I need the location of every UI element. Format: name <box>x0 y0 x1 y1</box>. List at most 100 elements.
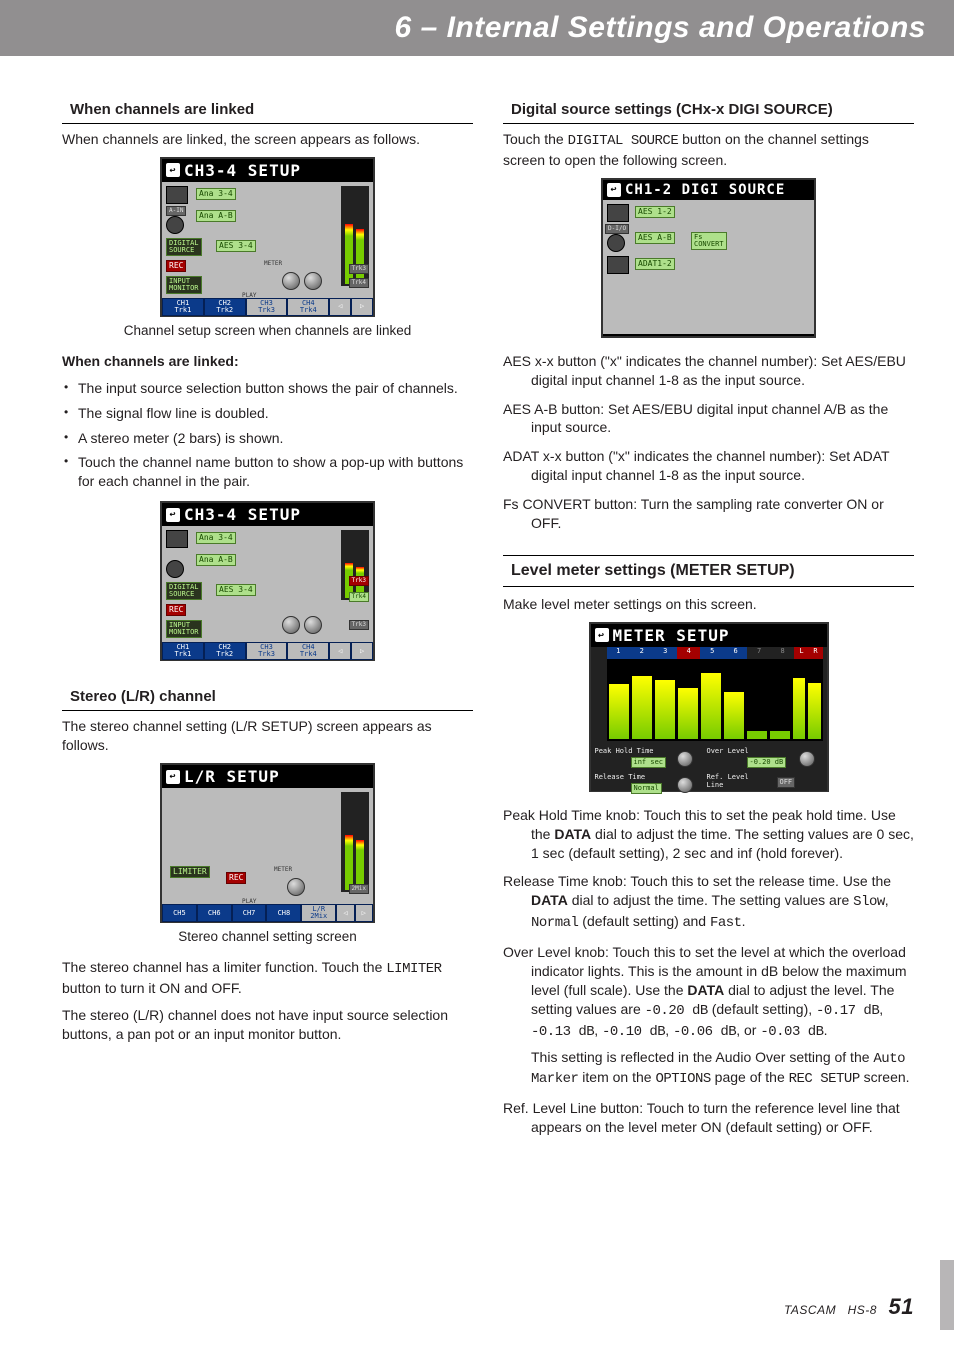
label: 2Mix <box>349 884 369 894</box>
tab: CH1Trk1 <box>162 298 204 316</box>
back-icon: ↩ <box>607 183 621 197</box>
label: Trk3 <box>349 620 369 630</box>
list-item: The signal flow line is doubled. <box>64 404 473 423</box>
btn: Ana 3-4 <box>196 532 236 544</box>
screenshot-meter-setup: ↩ METER SETUP 1 2 3 4 5 6 7 8 L R <box>589 622 829 792</box>
btn-aesAB: AES A-B <box>635 232 675 244</box>
tab-arrow: ◁ <box>329 298 351 316</box>
hang-item: Peak Hold Time knob: Touch this to set t… <box>503 806 914 863</box>
page-edge-tab <box>940 1260 954 1330</box>
list-item: Touch the channel name button to show a … <box>64 453 473 491</box>
btn-inputmon: INPUT MONITOR <box>166 276 202 294</box>
btn-rec: REC <box>166 260 186 272</box>
subheading: When channels are linked: <box>62 352 473 371</box>
lcd-title-text: CH1-2 DIGI SOURCE <box>625 182 785 198</box>
meter-bars <box>607 659 823 741</box>
knob-release <box>677 777 693 793</box>
hang-item: AES x-x button ("x" indicates the channe… <box>503 352 914 390</box>
lcd-title: ↩ CH1-2 DIGI SOURCE <box>603 180 814 200</box>
left-column: When channels are linked When channels a… <box>62 96 473 1147</box>
dio-icon <box>607 204 629 222</box>
lcd-body: 1 2 3 4 5 6 7 8 L R <box>591 647 827 791</box>
knob-peakhold <box>677 751 693 767</box>
label: Peak Hold Time <box>595 747 654 755</box>
section-heading-meter-setup: Level meter settings (METER SETUP) <box>503 555 914 587</box>
screenshot-digi-source: ↩ CH1-2 DIGI SOURCE D-I/O AES 1-2 AES A-… <box>601 178 816 338</box>
body-text: The stereo channel setting (L/R SETUP) s… <box>62 717 473 755</box>
stereo-meter <box>341 530 369 600</box>
knob <box>282 616 300 634</box>
knob-overlevel <box>799 751 815 767</box>
label: Trk3 <box>349 264 369 274</box>
list-item: The input source selection button shows … <box>64 379 473 398</box>
lcd-tabs: CH1Trk1 CH2Trk2 CH3Trk3 CH4Trk4 ◁ ▷ <box>162 642 373 660</box>
label: Ref. Level Line <box>707 773 749 789</box>
value: -0.20 dB <box>747 757 787 768</box>
lcd-title-text: CH3-4 SETUP <box>184 161 301 180</box>
xlr-icon <box>607 234 625 252</box>
hang-item: ADAT x-x button ("x" indicates the chann… <box>503 447 914 485</box>
tab: CH2Trk2 <box>204 298 246 316</box>
btn: REC <box>166 604 186 616</box>
btn: Ana A-B <box>196 554 236 566</box>
channel-labels: 1 2 3 4 5 6 7 8 L R <box>607 647 823 659</box>
list-item: A stereo meter (2 bars) is shown. <box>64 429 473 448</box>
body-text: The stereo channel has a limiter functio… <box>62 958 473 998</box>
footer: TASCAM HS-8 51 <box>784 1294 914 1320</box>
label: A-IN <box>166 206 186 216</box>
knob <box>287 878 305 896</box>
tab: CH3Trk3 <box>246 298 288 316</box>
body-text: Make level meter settings on this screen… <box>503 595 914 614</box>
tab: CH4Trk4 <box>287 298 329 316</box>
xlr-icon <box>166 216 184 234</box>
screenshot-ch34-setup-linked: ↩ CH3-4 SETUP A-IN Ana 3-4 Ana A-B DIGIT… <box>160 157 375 317</box>
body-text: The stereo (L/R) channel does not have i… <box>62 1006 473 1044</box>
knob <box>304 616 322 634</box>
label: Trk4 <box>349 278 369 288</box>
label: METER <box>272 866 294 874</box>
right-column: Digital source settings (CHx-x DIGI SOUR… <box>503 96 914 1147</box>
btn: INPUT MONITOR <box>166 620 202 638</box>
label-meter: METER <box>262 260 284 268</box>
btn-rec: REC <box>226 872 246 884</box>
body-text: When channels are linked, the screen app… <box>62 130 473 149</box>
lcd-title-text: METER SETUP <box>613 626 730 645</box>
analog-in-icon <box>166 186 188 204</box>
btn-digsrc: DIGITAL SOURCE <box>166 238 202 256</box>
btn-fsconvert: Fs CONVERT <box>691 232 727 250</box>
btn-limiter: LIMITER <box>170 866 210 878</box>
back-icon: ↩ <box>595 628 609 642</box>
lcd-tabs: CH5 CH6 CH7 CH8 L/R2Mix ◁ ▷ <box>162 904 373 922</box>
back-icon: ↩ <box>166 163 180 177</box>
bullet-list: The input source selection button shows … <box>62 379 473 491</box>
section-heading-digi-source: Digital source settings (CHx-x DIGI SOUR… <box>503 96 914 124</box>
header-bar: 6 – Internal Settings and Operations <box>0 0 954 56</box>
hang-item: Over Level knob: Touch this to set the l… <box>503 943 914 1089</box>
analog-in-icon <box>166 530 188 548</box>
mono-term: DIGITAL SOURCE <box>568 133 679 149</box>
back-icon: ↩ <box>166 770 180 784</box>
hang-item: Release Time knob: Touch this to set the… <box>503 872 914 933</box>
label: D-I/O <box>605 224 629 234</box>
label: Release Time <box>595 773 646 781</box>
xlr-icon <box>166 560 184 578</box>
btn-aes12: AES 1-2 <box>635 206 675 218</box>
btn: DIGITAL SOURCE <box>166 582 202 600</box>
btn-aes34: AES 3-4 <box>216 240 256 252</box>
popup-btn: Trk3 <box>349 576 369 586</box>
knob <box>282 272 300 290</box>
hang-item: AES A-B button: Set AES/EBU digital inpu… <box>503 400 914 438</box>
footer-page: 51 <box>889 1294 914 1319</box>
lcd-tabs: CH1Trk1 CH2Trk2 CH3Trk3 CH4Trk4 ◁ ▷ <box>162 298 373 316</box>
hang-item: Ref. Level Line button: Touch to turn th… <box>503 1099 914 1137</box>
stereo-meter <box>341 792 369 892</box>
footer-brand: TASCAM <box>784 1303 836 1317</box>
value: inf sec <box>631 757 667 768</box>
lcd-title: ↩ CH3-4 SETUP <box>162 159 373 182</box>
back-icon: ↩ <box>166 508 180 522</box>
optical-icon <box>607 256 629 274</box>
lcd-title: ↩ CH3-4 SETUP <box>162 503 373 526</box>
btn-adat12: ADAT1-2 <box>635 258 675 270</box>
lcd-title-text: L/R SETUP <box>184 767 280 786</box>
content-area: When channels are linked When channels a… <box>0 56 954 1147</box>
